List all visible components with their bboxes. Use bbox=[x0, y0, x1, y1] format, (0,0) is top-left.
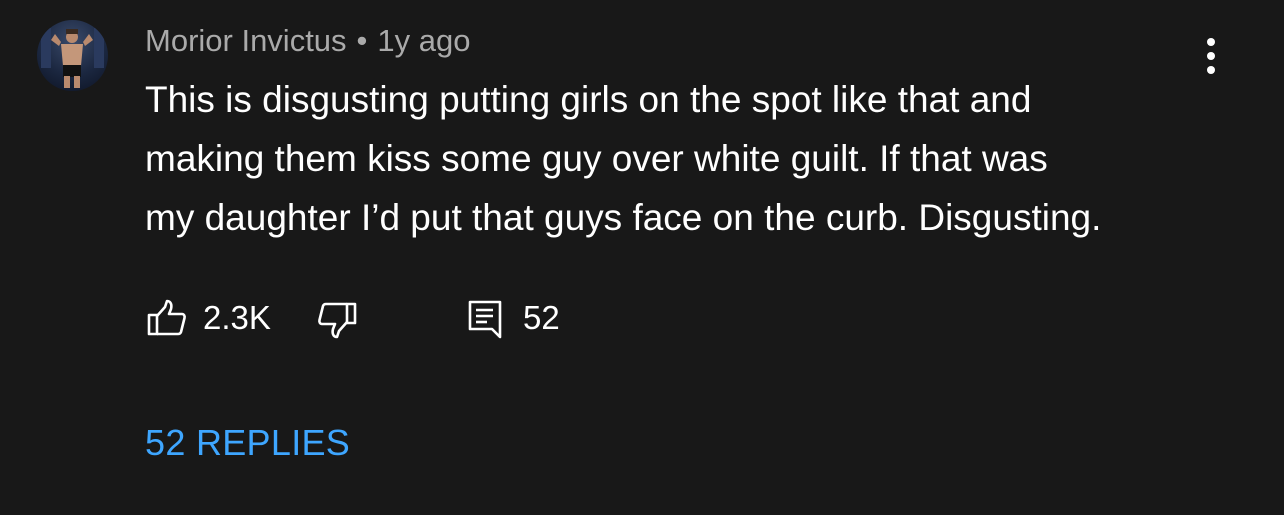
comment-text-line: This is disgusting putting girls on the … bbox=[145, 79, 1032, 120]
reply-count: 52 bbox=[523, 299, 560, 336]
comment-item: Morior Invictus • 1y ago This is disgustin… bbox=[0, 0, 1284, 515]
comment-text: This is disgusting putting girls on the … bbox=[145, 70, 1255, 247]
author-name[interactable]: Morior Invictus bbox=[145, 23, 347, 58]
comment-text-line: my daughter I’d put that guys face on th… bbox=[145, 197, 1102, 238]
thumbs-down-icon[interactable] bbox=[317, 301, 357, 344]
more-dot bbox=[1207, 52, 1215, 60]
more-dot bbox=[1207, 38, 1215, 46]
comment-meta: Morior Invictus • 1y ago bbox=[145, 22, 470, 60]
avatar[interactable] bbox=[37, 20, 108, 91]
thumbs-up-icon[interactable] bbox=[147, 299, 187, 342]
like-count: 2.3K bbox=[203, 299, 271, 336]
comment-text-line: making them kiss some guy over white gui… bbox=[145, 138, 1048, 179]
view-replies-link[interactable]: 52 REPLIES bbox=[145, 421, 350, 465]
comment-icon[interactable] bbox=[467, 299, 503, 344]
meta-separator: • bbox=[356, 23, 368, 58]
comment-timestamp[interactable]: 1y ago bbox=[377, 23, 470, 58]
